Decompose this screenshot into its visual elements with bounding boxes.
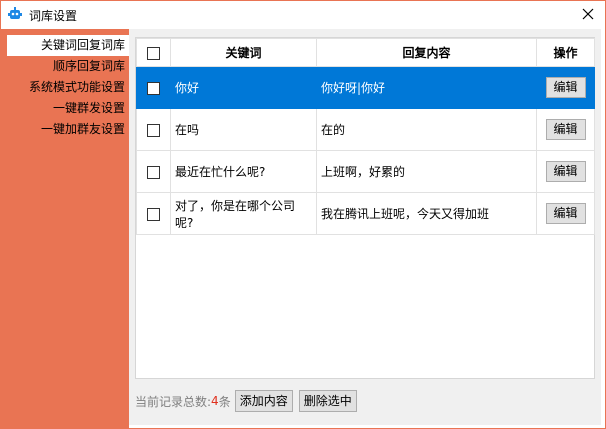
column-header-keyword: 关键词 xyxy=(170,38,317,67)
table-header-row: 关键词 回复内容 操作 xyxy=(136,38,595,67)
row-checkbox[interactable] xyxy=(147,207,160,221)
table-row[interactable]: 最近在忙什么呢? 上班啊，好累的 编辑 xyxy=(136,150,595,193)
main-content: 关键词 回复内容 操作 你好 你好呀|你好 编辑 在吗 在的 编辑 最近在忙什么… xyxy=(129,29,601,425)
window-title: 词库设置 xyxy=(29,9,78,23)
title-bar: 词库设置 xyxy=(1,1,605,29)
row-checkbox[interactable] xyxy=(147,165,160,179)
footer-bar: 当前记录总数: 4 条 添加内容 删除选中 xyxy=(135,389,363,413)
column-header-reply: 回复内容 xyxy=(316,38,537,67)
sidebar-item-keyword-reply[interactable]: 关键词回复词库 xyxy=(7,35,129,56)
row-reply: 你好呀|你好 xyxy=(316,66,537,109)
select-all-header xyxy=(136,38,171,67)
row-keyword: 你好 xyxy=(170,66,317,109)
row-reply: 我在腾讯上班呢，今天又得加班 xyxy=(316,192,537,235)
table-row[interactable]: 在吗 在的 编辑 xyxy=(136,108,595,151)
close-button[interactable] xyxy=(575,3,601,25)
sidebar: 关键词回复词库 顺序回复词库 系统模式功能设置 一键群发设置 一键加群友设置 xyxy=(1,29,129,428)
sidebar-item-add-group-friends[interactable]: 一键加群友设置 xyxy=(1,119,129,140)
edit-button[interactable]: 编辑 xyxy=(545,203,586,224)
edit-button[interactable]: 编辑 xyxy=(545,119,586,140)
record-count-label: 当前记录总数: xyxy=(135,394,212,409)
dictionary-settings-window: 词库设置 关键词回复词库 顺序回复词库 系统模式功能设置 一键群发设置 一键加群… xyxy=(0,0,606,429)
edit-button[interactable]: 编辑 xyxy=(545,161,586,182)
row-checkbox[interactable] xyxy=(147,81,160,95)
row-reply: 在的 xyxy=(316,108,537,151)
table-row[interactable]: 对了，你是在哪个公司呢? 我在腾讯上班呢，今天又得加班 编辑 xyxy=(136,192,595,235)
row-keyword: 在吗 xyxy=(170,108,317,151)
record-count-value: 4 xyxy=(211,394,219,408)
edit-button[interactable]: 编辑 xyxy=(545,77,586,98)
row-keyword: 最近在忙什么呢? xyxy=(170,150,317,193)
sidebar-item-group-broadcast[interactable]: 一键群发设置 xyxy=(1,98,129,119)
row-reply: 上班啊，好累的 xyxy=(316,150,537,193)
sidebar-item-sequential-reply[interactable]: 顺序回复词库 xyxy=(1,56,129,77)
column-header-action: 操作 xyxy=(536,38,595,67)
robot-icon xyxy=(7,6,23,22)
sidebar-item-system-mode[interactable]: 系统模式功能设置 xyxy=(1,77,129,98)
close-icon xyxy=(582,8,594,20)
add-content-button[interactable]: 添加内容 xyxy=(234,390,293,412)
record-count-unit: 条 xyxy=(218,394,231,409)
row-checkbox[interactable] xyxy=(147,123,160,137)
delete-selected-button[interactable]: 删除选中 xyxy=(298,390,357,412)
keyword-table: 关键词 回复内容 操作 你好 你好呀|你好 编辑 在吗 在的 编辑 最近在忙什么… xyxy=(135,37,595,379)
row-keyword: 对了，你是在哪个公司呢? xyxy=(170,192,317,235)
select-all-checkbox[interactable] xyxy=(147,46,160,60)
table-row[interactable]: 你好 你好呀|你好 编辑 xyxy=(136,66,595,109)
